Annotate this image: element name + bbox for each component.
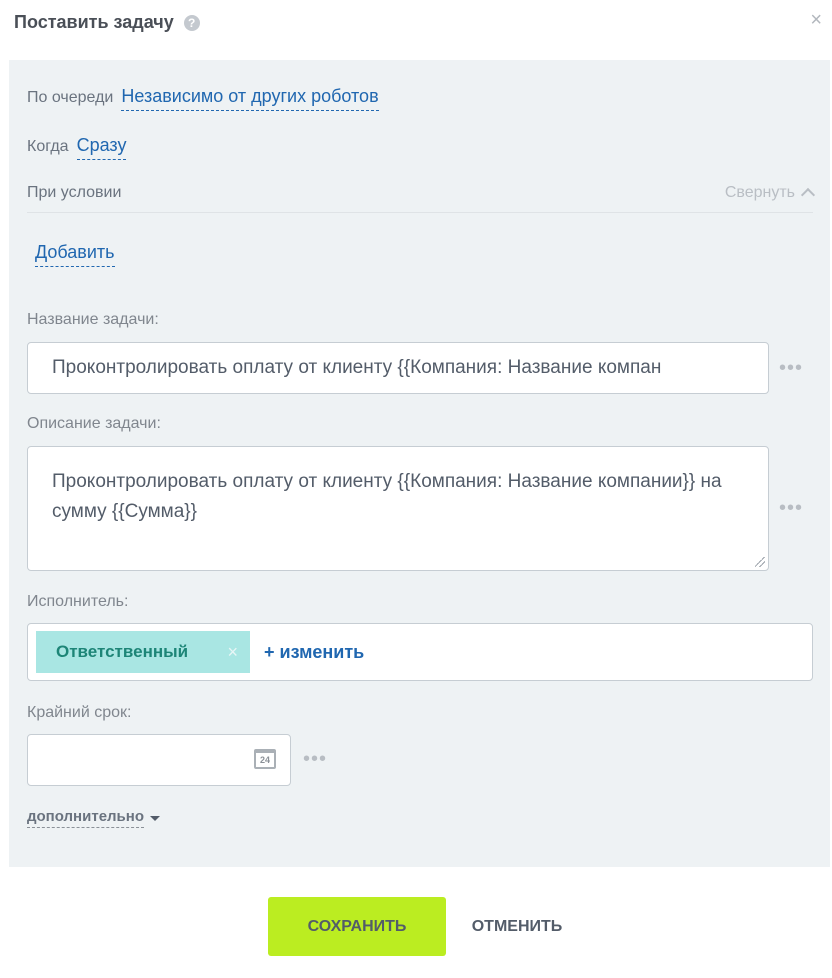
close-icon[interactable]: × bbox=[810, 10, 822, 30]
task-description-more-icon[interactable]: ••• bbox=[779, 498, 803, 518]
change-assignee-link[interactable]: + изменить bbox=[264, 642, 364, 663]
task-name-more-icon[interactable]: ••• bbox=[779, 358, 803, 378]
assignee-label: Исполнитель: bbox=[27, 593, 129, 610]
queue-mode-link[interactable]: Независимо от других роботов bbox=[121, 86, 379, 111]
help-icon[interactable]: ? bbox=[183, 14, 200, 31]
additional-label: дополнительно bbox=[27, 808, 145, 828]
deadline-label: Крайний срок: bbox=[27, 704, 132, 721]
tag-remove-icon[interactable]: × bbox=[227, 642, 238, 663]
resize-grip-icon[interactable] bbox=[755, 557, 765, 567]
queue-label: По очереди bbox=[27, 89, 114, 106]
task-name-input[interactable]: Проконтролировать оплату от клиенту {{Ко… bbox=[27, 342, 769, 394]
condition-label: При условии bbox=[27, 184, 122, 201]
save-button[interactable]: СОХРАНИТЬ bbox=[268, 897, 446, 956]
assignee-tag-label: Ответственный bbox=[56, 642, 189, 661]
task-name-label: Название задачи: bbox=[27, 311, 159, 328]
when-mode-link[interactable]: Сразу bbox=[76, 135, 127, 160]
dialog-title: Поставить задачу ? bbox=[14, 12, 200, 33]
collapse-toggle[interactable]: Свернуть bbox=[724, 184, 816, 203]
assignee-field[interactable]: Ответственный × + изменить bbox=[27, 623, 813, 681]
deadline-input[interactable]: 24 bbox=[27, 734, 291, 786]
task-description-text: Проконтролировать оплату от клиенту {{Ко… bbox=[52, 471, 722, 522]
dialog-title-text: Поставить задачу bbox=[14, 12, 174, 32]
chevron-up-icon bbox=[800, 187, 816, 203]
task-description-input[interactable]: Проконтролировать оплату от клиенту {{Ко… bbox=[27, 446, 769, 571]
add-condition-link[interactable]: Добавить bbox=[35, 242, 115, 267]
when-label: Когда bbox=[27, 138, 69, 155]
assignee-tag: Ответственный × bbox=[36, 631, 250, 673]
settings-panel: По очереди Независимо от других роботов … bbox=[9, 60, 830, 867]
caret-down-icon bbox=[150, 815, 161, 821]
queue-row: По очереди Независимо от других роботов bbox=[27, 86, 379, 111]
cancel-button[interactable]: ОТМЕНИТЬ bbox=[446, 897, 588, 956]
deadline-more-icon[interactable]: ••• bbox=[303, 749, 327, 769]
when-row: Когда Сразу bbox=[27, 135, 127, 160]
task-description-label: Описание задачи: bbox=[27, 415, 161, 432]
additional-toggle[interactable]: дополнительно bbox=[27, 808, 161, 828]
collapse-label: Свернуть bbox=[724, 184, 795, 201]
condition-header: При условии Свернуть bbox=[27, 184, 816, 213]
calendar-icon[interactable]: 24 bbox=[254, 749, 276, 769]
